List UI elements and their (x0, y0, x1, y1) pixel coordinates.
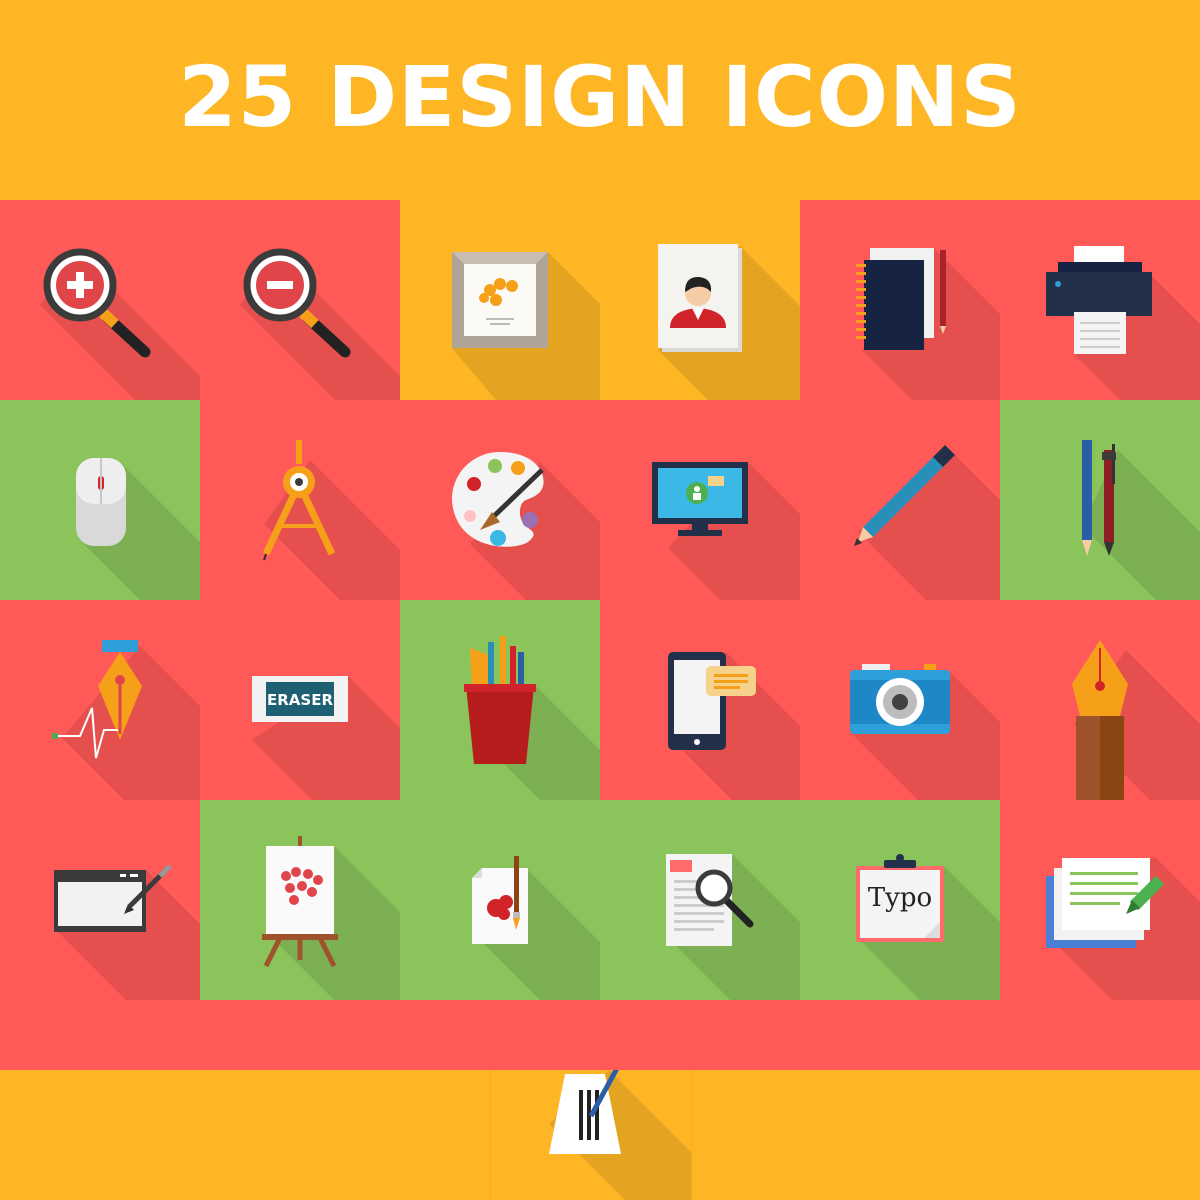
camera-cell (800, 600, 1000, 800)
typography-clipboard-icon: Typo (856, 854, 1000, 1000)
typography-clipboard-cell: Typo (800, 800, 1000, 1000)
zoom-in-cell (0, 200, 200, 400)
text-document-marker-cell (1000, 800, 1200, 1000)
pen-tool-bezier-icon (52, 640, 200, 800)
logo-pen-icon (549, 1070, 691, 1200)
monitor-icon (652, 462, 800, 600)
smartphone-icon (668, 652, 800, 800)
eraser-label: ERASER (267, 691, 333, 709)
page-title: 25 DESIGN ICONS (178, 48, 1022, 146)
fountain-pen-nib-icon (1072, 640, 1200, 800)
header-banner: 25 DESIGN ICONS (0, 0, 1200, 200)
zoom-out-cell (200, 200, 400, 400)
smartphone-cell (600, 600, 800, 800)
paint-palette-icon (452, 452, 600, 600)
pen-tool-bezier-cell (0, 600, 200, 800)
pencil-icon (854, 445, 1000, 600)
pens-cell (1000, 400, 1200, 600)
picture-frame-cell (400, 200, 600, 400)
red-band (0, 1000, 1200, 1070)
compass-icon (262, 440, 400, 600)
document-search-cell (600, 800, 800, 1000)
camera-icon (850, 664, 1000, 800)
pencil-cup-cell (400, 600, 600, 800)
profile-card-icon (658, 244, 800, 400)
logo-cell (490, 1070, 692, 1200)
easel-icon (262, 836, 400, 1000)
eraser-icon: ERASER (252, 676, 400, 800)
picture-frame-icon (452, 252, 600, 400)
typo-label: Typo (868, 883, 932, 913)
pencil-cell (800, 400, 1000, 600)
zoom-out-icon (240, 248, 400, 400)
fountain-pen-nib-cell (1000, 600, 1200, 800)
monitor-cell (600, 400, 800, 600)
eraser-cell: ERASER (200, 600, 400, 800)
printer-icon (1046, 246, 1200, 400)
paint-brush-paper-icon (472, 856, 600, 1000)
easel-cell (200, 800, 400, 1000)
graphics-tablet-icon (54, 864, 200, 1000)
notebook-cell (800, 200, 1000, 400)
document-search-icon (666, 854, 800, 1000)
mouse-cell (0, 400, 200, 600)
printer-cell (1000, 200, 1200, 400)
profile-card-cell (600, 200, 800, 400)
compass-cell (200, 400, 400, 600)
mouse-icon (76, 458, 200, 600)
text-document-marker-icon (1046, 856, 1200, 1000)
notebook-icon (856, 248, 1000, 400)
paint-palette-cell (400, 400, 600, 600)
footer-banner (0, 1070, 1200, 1200)
graphics-tablet-cell (0, 800, 200, 1000)
paint-brush-paper-cell (400, 800, 600, 1000)
icon-grid: ERASER Typo (0, 200, 1200, 1000)
pencil-cup-icon (464, 636, 600, 800)
zoom-in-icon (40, 248, 200, 400)
pens-icon (1082, 440, 1200, 600)
